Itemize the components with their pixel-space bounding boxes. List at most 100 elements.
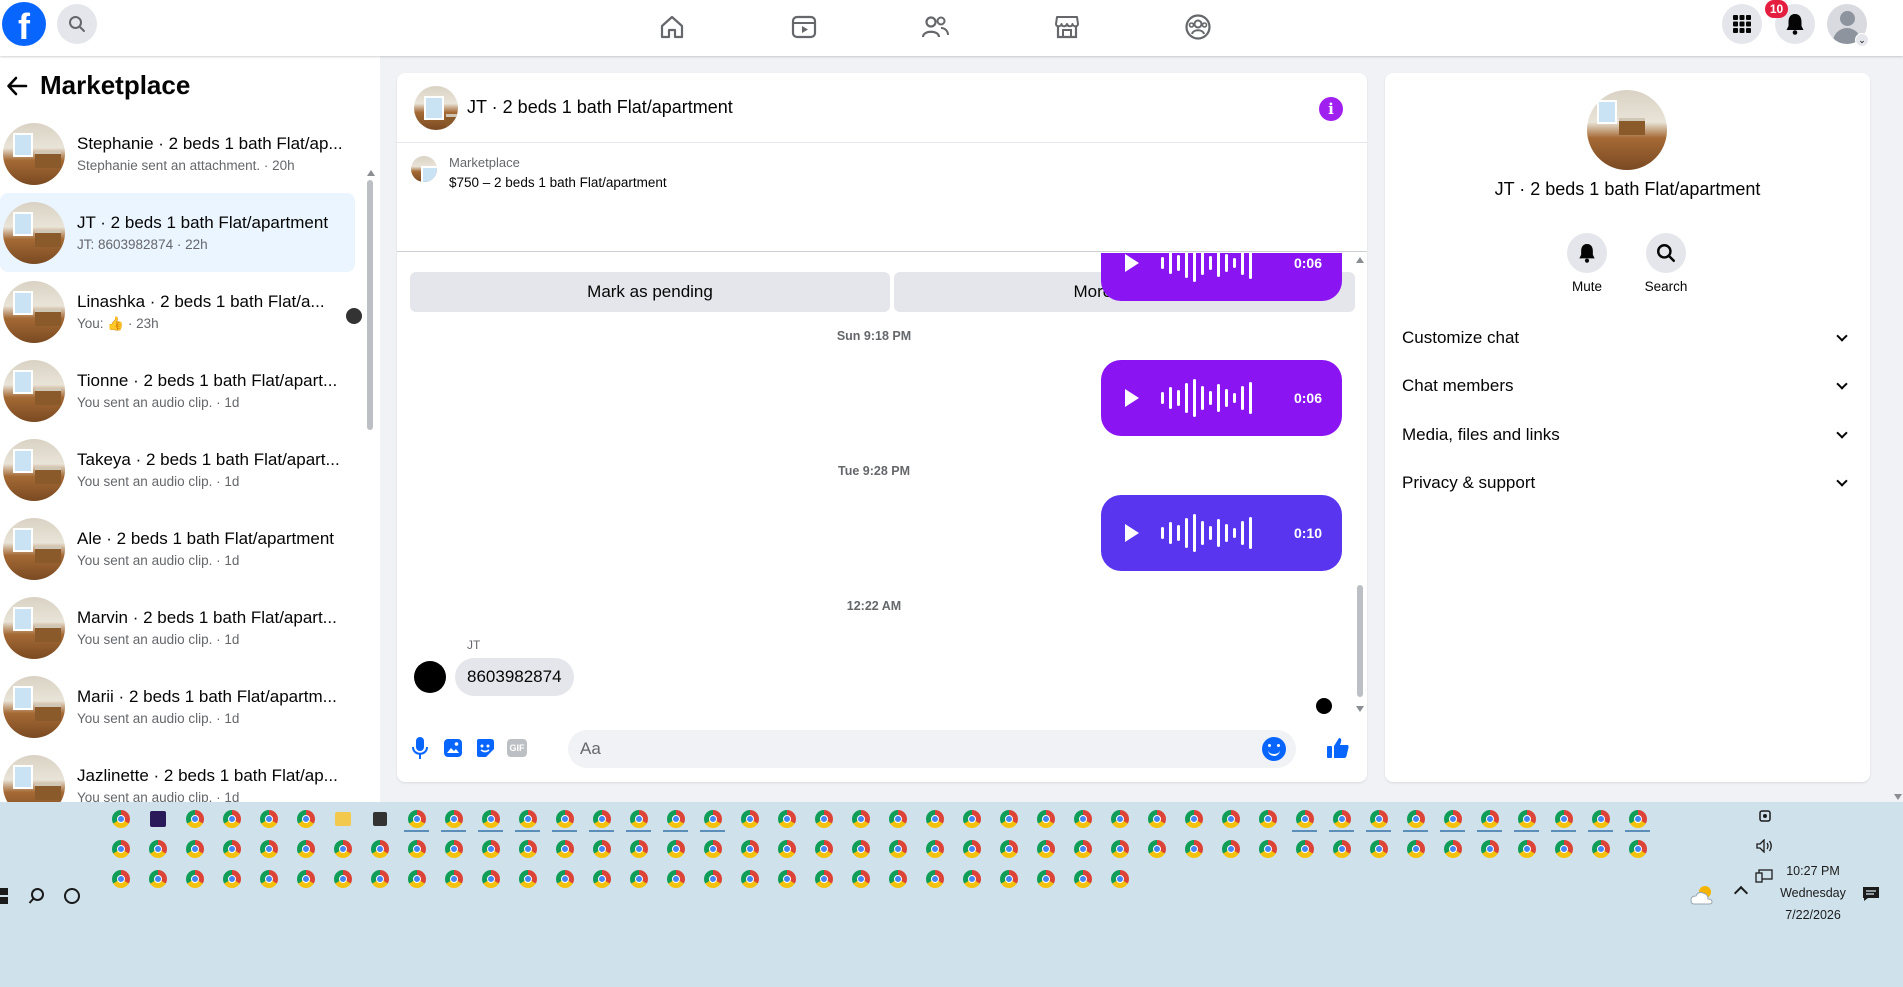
taskbar-app-button[interactable]: [620, 836, 657, 862]
taskbar-app-button[interactable]: [250, 836, 287, 862]
conversation-item[interactable]: Linashka · 2 beds 1 bath Flat/a... You: 👍…: [0, 272, 370, 351]
taskbar-app-button[interactable]: [398, 866, 435, 892]
cortana-button[interactable]: [64, 888, 80, 904]
sticker-button[interactable]: [472, 735, 498, 761]
taskbar-app-button[interactable]: [546, 866, 583, 892]
taskbar-app-button[interactable]: [583, 806, 620, 832]
taskbar-app-button[interactable]: [361, 866, 398, 892]
chat-members-row[interactable]: Chat members: [1402, 366, 1852, 406]
back-arrow-icon[interactable]: [6, 75, 28, 97]
taskbar-app-button[interactable]: [1138, 836, 1175, 862]
taskbar-app-button[interactable]: [879, 866, 916, 892]
weather-icon[interactable]: [1690, 884, 1716, 911]
taskbar-app-button[interactable]: [620, 806, 657, 832]
taskbar-app-button[interactable]: [583, 836, 620, 862]
gif-button[interactable]: GIF: [504, 735, 530, 761]
taskbar-app-button[interactable]: [324, 836, 361, 862]
taskbar-app-button[interactable]: [1101, 806, 1138, 832]
taskbar-app-button[interactable]: [287, 836, 324, 862]
taskbar-app-button[interactable]: [435, 866, 472, 892]
taskbar-app-button[interactable]: [213, 836, 250, 862]
taskbar-app-button[interactable]: [953, 836, 990, 862]
page-scrollbar[interactable]: [1893, 56, 1903, 802]
taskbar-app-button[interactable]: [1545, 806, 1582, 832]
taskbar-app-button[interactable]: [1101, 836, 1138, 862]
taskbar-app-button[interactable]: [1360, 836, 1397, 862]
clock-date[interactable]: 7/22/2026: [1776, 908, 1850, 922]
taskbar-app-button[interactable]: [1027, 866, 1064, 892]
taskbar-app-button[interactable]: [768, 806, 805, 832]
taskbar-app-button[interactable]: [620, 866, 657, 892]
conversation-item[interactable]: Ale · 2 beds 1 bath Flat/apartment You se…: [0, 509, 370, 588]
taskbar-app-button[interactable]: [879, 836, 916, 862]
taskbar-app-button[interactable]: [1323, 806, 1360, 832]
taskbar-app-button[interactable]: [472, 806, 509, 832]
nav-watch[interactable]: [789, 12, 819, 42]
taskbar-app-button[interactable]: [1471, 836, 1508, 862]
taskbar-app-button[interactable]: [139, 866, 176, 892]
taskbar-app-button[interactable]: [953, 866, 990, 892]
taskbar-app-button[interactable]: [1064, 866, 1101, 892]
taskbar-app-button[interactable]: [324, 806, 361, 832]
menu-button[interactable]: [1722, 4, 1762, 44]
taskbar-app-button[interactable]: [1064, 836, 1101, 862]
conversation-item[interactable]: Jazlinette · 2 beds 1 bath Flat/ap... You…: [0, 746, 370, 802]
taskbar-search-button[interactable]: [28, 887, 46, 910]
taskbar-app-button[interactable]: [768, 866, 805, 892]
taskbar-app-button[interactable]: [805, 836, 842, 862]
taskbar-app-button[interactable]: [398, 836, 435, 862]
mute-action[interactable]: Mute: [1552, 233, 1622, 294]
taskbar-app-button[interactable]: [842, 866, 879, 892]
voice-clip-button[interactable]: [407, 735, 433, 761]
taskbar-app-button[interactable]: [1471, 806, 1508, 832]
nav-marketplace[interactable]: [1052, 12, 1082, 42]
conversation-item-active[interactable]: JT · 2 beds 1 bath Flat/apartment JT: 860…: [0, 193, 355, 272]
conversation-item[interactable]: Stephanie · 2 beds 1 bath Flat/ap... Step…: [0, 114, 370, 193]
chevron-down-icon[interactable]: ⌄: [1855, 33, 1869, 47]
listing-photo-large[interactable]: [1587, 90, 1667, 170]
taskbar-app-button[interactable]: [1175, 806, 1212, 832]
taskbar-app-button[interactable]: [287, 866, 324, 892]
taskbar-app-button[interactable]: [176, 836, 213, 862]
taskbar-app-button[interactable]: [509, 806, 546, 832]
taskbar-app-button[interactable]: [213, 806, 250, 832]
taskbar-app-button[interactable]: [1397, 806, 1434, 832]
conversation-item[interactable]: Marvin · 2 beds 1 bath Flat/apart... You …: [0, 588, 370, 667]
nav-groups[interactable]: [1183, 12, 1213, 42]
audio-message[interactable]: 0:06: [1101, 253, 1342, 301]
taskbar-app-button[interactable]: [1064, 806, 1101, 832]
search-action[interactable]: Search: [1631, 233, 1701, 294]
taskbar-app-button[interactable]: [990, 836, 1027, 862]
clock-day[interactable]: Wednesday: [1776, 886, 1850, 900]
taskbar-app-button[interactable]: [1027, 836, 1064, 862]
taskbar-app-button[interactable]: [398, 806, 435, 832]
search-button[interactable]: [57, 4, 97, 44]
taskbar-app-button[interactable]: [435, 806, 472, 832]
play-icon[interactable]: [1125, 389, 1139, 407]
chat-title[interactable]: JT · 2 beds 1 bath Flat/apartment: [467, 97, 733, 118]
taskbar-app-button[interactable]: [1249, 806, 1286, 832]
taskbar-app-button[interactable]: [583, 866, 620, 892]
taskbar-app-button[interactable]: [916, 836, 953, 862]
taskbar-app-button[interactable]: [546, 836, 583, 862]
taskbar-app-button[interactable]: [250, 806, 287, 832]
taskbar-app-button[interactable]: [213, 866, 250, 892]
taskbar-app-button[interactable]: [1508, 836, 1545, 862]
taskbar-app-button[interactable]: [176, 866, 213, 892]
taskbar-app-button[interactable]: [1286, 806, 1323, 832]
volume-icon[interactable]: [1756, 838, 1774, 858]
taskbar-app-button[interactable]: [1323, 836, 1360, 862]
taskbar-app-button[interactable]: [102, 866, 139, 892]
incoming-message[interactable]: 8603982874: [455, 658, 574, 696]
taskbar-app-button[interactable]: [916, 866, 953, 892]
taskbar-app-button[interactable]: [953, 806, 990, 832]
listing-photo[interactable]: [414, 86, 458, 130]
taskbar-app-button[interactable]: [1212, 836, 1249, 862]
taskbar-app-button[interactable]: [509, 866, 546, 892]
taskbar-app-button[interactable]: [324, 866, 361, 892]
listing-price-title[interactable]: $750 – 2 beds 1 bath Flat/apartment: [449, 175, 667, 190]
like-button[interactable]: [1325, 735, 1351, 761]
taskbar-app-button[interactable]: [139, 836, 176, 862]
message-input[interactable]: Aa: [568, 730, 1296, 768]
taskbar-app-button[interactable]: [1397, 836, 1434, 862]
